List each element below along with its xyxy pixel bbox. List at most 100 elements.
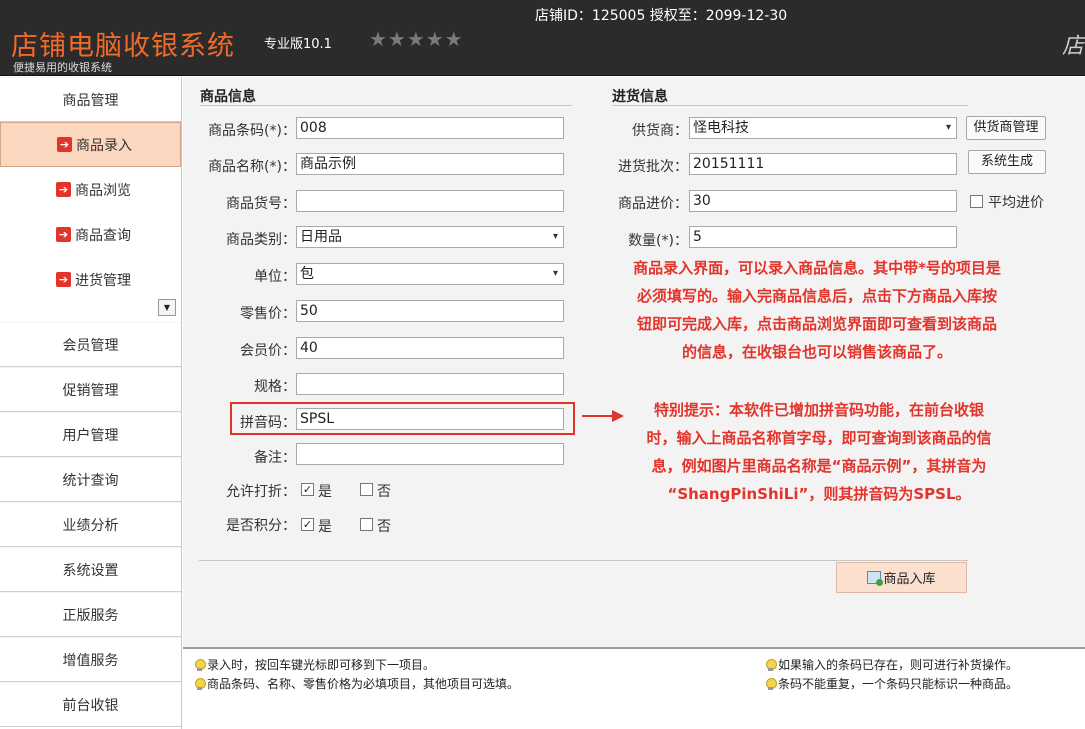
supplier-management-button[interactable]: 供货商管理 (966, 116, 1046, 140)
points-label: 是否积分： (226, 518, 296, 534)
sidebar-item-performance[interactable]: 业绩分析 (0, 502, 181, 547)
lightbulb-icon (195, 677, 206, 690)
sidebar-item-label: 商品管理 (62, 92, 119, 109)
quantity-label: 数量(*)： (628, 233, 688, 249)
main-panel: 商品信息 商品条码(*)： 008 商品名称(*)： 商品示例 商品货号： 商品… (183, 77, 1085, 647)
item-no-label: 商品货号： (226, 196, 296, 212)
discount-no-checkbox[interactable] (360, 483, 373, 496)
sidebar-subitem-label: 商品浏览 (75, 182, 131, 199)
barcode-label: 商品条码(*)： (208, 123, 296, 139)
note-line: 的信息，在收银台也可以销售该商品了。 (681, 343, 952, 361)
lightbulb-icon (195, 658, 206, 671)
average-cost-label: 平均进价 (988, 195, 1044, 211)
lightbulb-icon (766, 658, 777, 671)
entry-instructions-note: 商品录入界面，可以录入商品信息。其中带*号的项目是 必须填写的。输入完商品信息后… (609, 254, 1025, 366)
lightbulb-icon (766, 677, 777, 690)
tip-text: 商品条码、名称、零售价格为必填项目，其他项目可选填。 (207, 677, 520, 691)
sidebar-subitem-label: 商品查询 (75, 227, 131, 244)
item-no-input[interactable] (296, 190, 564, 212)
remark-label: 备注： (254, 450, 296, 466)
sidebar-item-value-added[interactable]: 增值服务 (0, 637, 181, 682)
retail-price-input[interactable]: 50 (296, 300, 564, 322)
sidebar-item-label: 会员管理 (62, 337, 119, 354)
app-title: 店铺电脑收银系统 (11, 31, 235, 62)
points-no-checkbox[interactable] (360, 518, 373, 531)
sidebar-item-genuine-service[interactable]: 正版服务 (0, 592, 181, 637)
points-no-label: 否 (377, 519, 391, 535)
edition-label: 专业版10.1 (264, 37, 332, 52)
barcode-input[interactable]: 008 (296, 117, 564, 139)
spec-label: 规格： (254, 379, 296, 395)
scroll-down-button[interactable]: ▼ (158, 299, 176, 316)
sidebar-subitem-product-query[interactable]: ➔ 商品查询 (0, 212, 181, 257)
member-price-input[interactable]: 40 (296, 337, 564, 359)
cost-price-input[interactable]: 30 (689, 190, 957, 212)
tip-text: 如果输入的条码已存在，则可进行补货操作。 (778, 658, 1019, 672)
remark-input[interactable] (296, 443, 564, 465)
tip-item: 如果输入的条码已存在，则可进行补货操作。 (766, 656, 1018, 673)
sidebar-item-front-cashier[interactable]: 前台收银 (0, 682, 181, 727)
supplier-select[interactable]: 怪电科技 (689, 117, 957, 139)
note-line: “ShangPinShiLi”，则其拼音码为SPSL。 (667, 485, 971, 503)
batch-label: 进货批次： (618, 159, 688, 175)
sidebar-item-member-management[interactable]: 会员管理 (0, 322, 181, 367)
cost-price-label: 商品进价： (618, 196, 688, 212)
sidebar-subitem-product-browse[interactable]: ➔ 商品浏览 (0, 167, 181, 212)
sidebar-item-promotion-management[interactable]: 促销管理 (0, 367, 181, 412)
tips-panel: 录入时，按回车键光标即可移到下一项目。 商品条码、名称、零售价格为必填项目，其他… (183, 647, 1085, 729)
discount-yes-checkbox[interactable]: ✓ (301, 483, 314, 496)
pinyin-label: 拼音码： (240, 415, 296, 431)
sidebar-item-statistics[interactable]: 统计查询 (0, 457, 181, 502)
header-right-text: 店 (1062, 34, 1085, 59)
divider (200, 105, 572, 106)
sidebar-item-label: 业绩分析 (62, 517, 119, 534)
note-line: 时，输入上商品名称首字母，即可查询到该商品的信 (646, 429, 992, 447)
spec-input[interactable] (296, 373, 564, 395)
pinyin-input[interactable]: SPSL (296, 408, 564, 430)
name-label: 商品名称(*)： (208, 159, 296, 175)
quantity-input[interactable]: 5 (689, 226, 957, 248)
sidebar-subitem-purchase-management[interactable]: ➔ 进货管理 (0, 257, 181, 302)
app-header: 店铺ID：125005 授权至：2099-12-30 店铺电脑收银系统 专业版1… (0, 0, 1085, 76)
unit-select[interactable]: 包 (296, 263, 564, 285)
unit-label: 单位： (254, 269, 296, 285)
supplier-label: 供货商： (632, 123, 688, 139)
retail-price-label: 零售价： (240, 306, 296, 322)
tip-item: 录入时，按回车键光标即可移到下一项目。 (195, 656, 435, 673)
member-price-label: 会员价： (240, 343, 296, 359)
rating-stars-icon: ★★★★★ (369, 27, 464, 51)
discount-yes-label: 是 (318, 484, 332, 500)
sidebar-item-label: 前台收银 (62, 697, 119, 714)
points-yes-label: 是 (318, 519, 332, 535)
tip-item: 条码不能重复，一个条码只能标识一种商品。 (766, 675, 1018, 692)
points-yes-checkbox[interactable]: ✓ (301, 518, 314, 531)
system-generate-button[interactable]: 系统生成 (968, 150, 1046, 174)
category-label: 商品类别： (226, 232, 296, 248)
tip-item: 商品条码、名称、零售价格为必填项目，其他项目可选填。 (195, 675, 519, 692)
divider (199, 560, 968, 561)
stock-in-button-label: 商品入库 (883, 572, 936, 587)
batch-input[interactable]: 20151111 (689, 153, 957, 175)
product-stock-in-button[interactable]: 商品入库 (836, 562, 967, 593)
sidebar-subitem-label: 进货管理 (75, 272, 131, 289)
sidebar-item-user-management[interactable]: 用户管理 (0, 412, 181, 457)
tip-text: 录入时，按回车键光标即可移到下一项目。 (207, 658, 436, 672)
sidebar-item-label: 系统设置 (62, 562, 119, 579)
product-info-title: 商品信息 (200, 89, 256, 105)
sidebar-subitem-product-entry[interactable]: ➔ 商品录入 (0, 122, 181, 167)
sidebar-item-product-management[interactable]: 商品管理 (0, 77, 181, 122)
stock-in-icon (867, 571, 884, 586)
category-select[interactable]: 日用品 (296, 226, 564, 248)
tip-text: 条码不能重复，一个条码只能标识一种商品。 (778, 677, 1019, 691)
average-cost-checkbox[interactable] (970, 195, 983, 208)
note-line: 必须填写的。输入完商品信息后，点击下方商品入库按 (636, 287, 997, 305)
sidebar-item-system-settings[interactable]: 系统设置 (0, 547, 181, 592)
sidebar: 商品管理 ➔ 商品录入 ➔ 商品浏览 ➔ 商品查询 ➔ 进货管理 ▼ 会员管理 … (0, 77, 182, 729)
note-line: 特别提示：本软件已增加拼音码功能，在前台收银 (653, 401, 984, 419)
name-input[interactable]: 商品示例 (296, 153, 564, 175)
arrow-right-icon: ➔ (56, 182, 71, 197)
sidebar-item-label: 正版服务 (62, 607, 119, 624)
purchase-info-title: 进货信息 (612, 89, 668, 105)
sidebar-item-label: 统计查询 (62, 472, 119, 489)
sidebar-item-label: 增值服务 (62, 652, 119, 669)
